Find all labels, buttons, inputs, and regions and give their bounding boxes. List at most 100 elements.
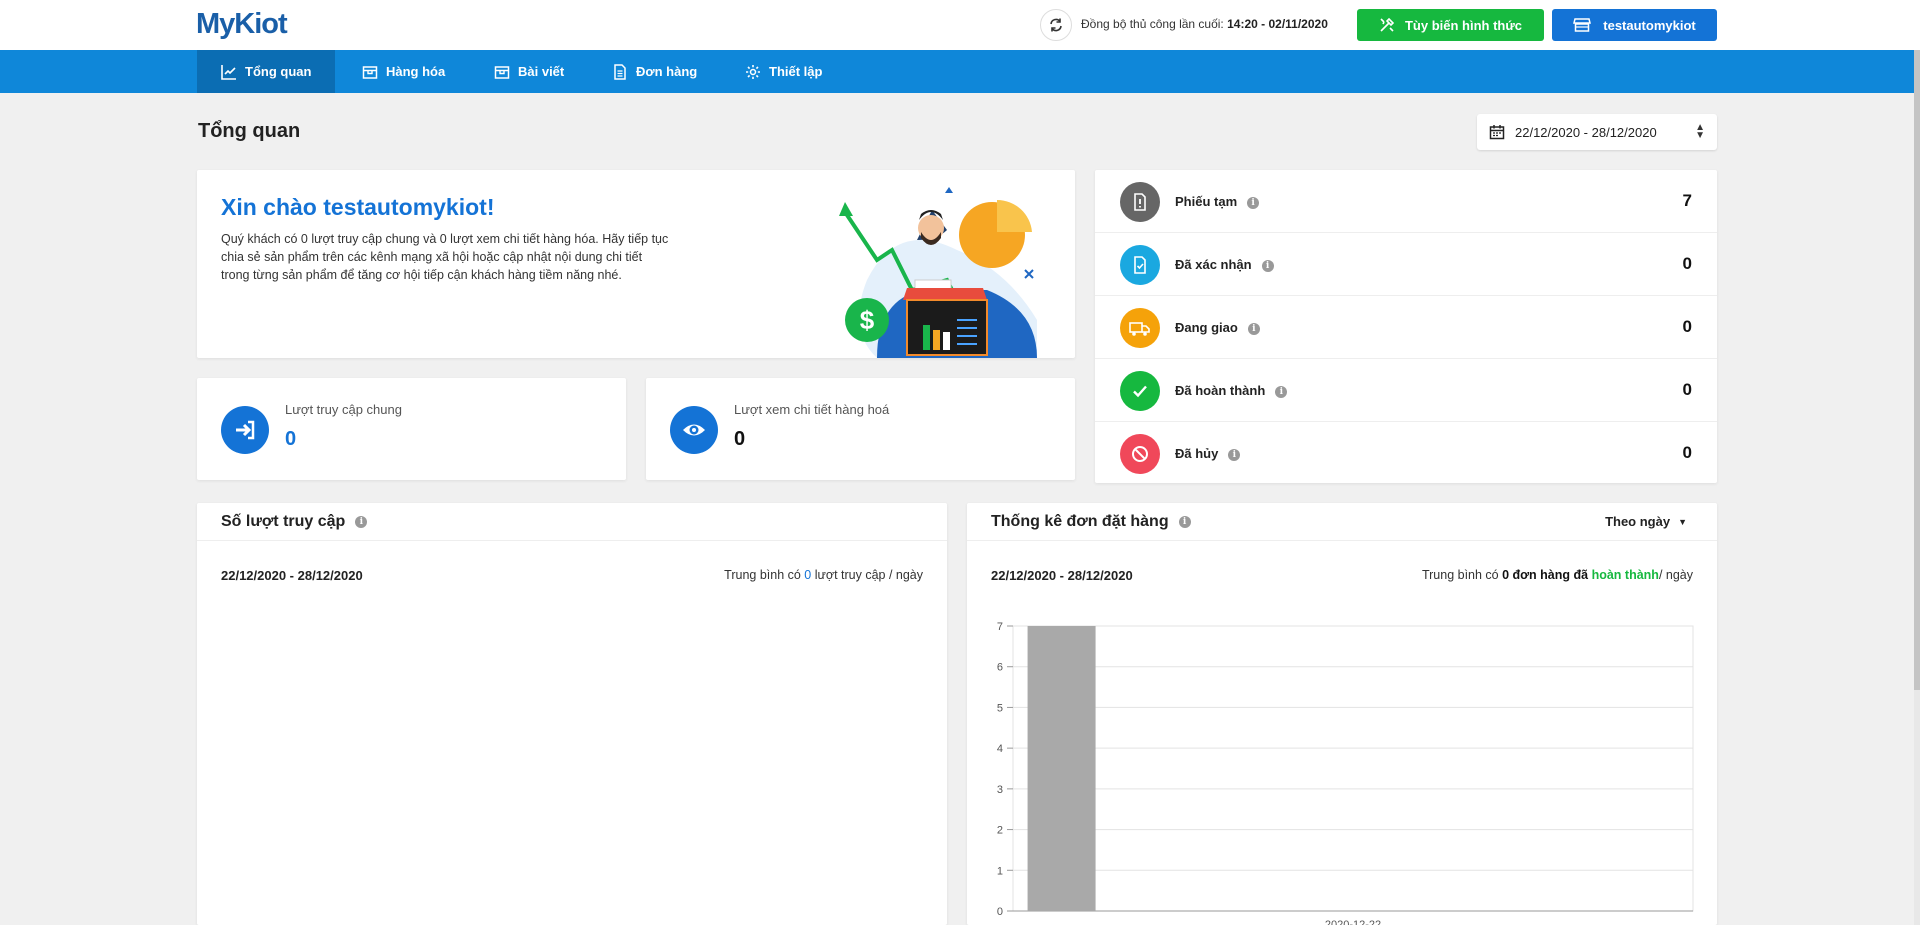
sync-button[interactable] xyxy=(1040,9,1072,41)
info-icon[interactable]: i xyxy=(1261,259,1274,272)
y-tick-label: 5 xyxy=(997,702,1003,714)
visits-value: 0 xyxy=(285,428,297,450)
caret-down-icon: ▼ xyxy=(1678,516,1687,527)
visits-range: 22/12/2020 - 28/12/2020 xyxy=(221,568,363,583)
order-bar-chart: 0 1 2 3 4 5 6 7 2020-12-22 xyxy=(997,621,1694,925)
info-icon[interactable]: i xyxy=(355,515,368,528)
sync-time: 14:20 - 02/11/2020 xyxy=(1227,17,1328,31)
y-tick-label: 4 xyxy=(997,743,1003,755)
order-label: Đang giao i xyxy=(1175,320,1260,335)
tools-icon xyxy=(1380,17,1395,32)
order-status-card: Phiếu tạm i 7 Đã xác nhận i 0 Đang giao i 0… xyxy=(1095,170,1717,483)
info-icon[interactable]: i xyxy=(1247,196,1260,209)
customize-button-label: Tùy biến hình thức xyxy=(1404,17,1523,33)
chart-line-icon xyxy=(221,64,236,80)
info-icon[interactable]: i xyxy=(1247,322,1260,335)
views-label: Lượt xem chi tiết hàng hoá xyxy=(734,402,890,417)
y-tick-label: 7 xyxy=(997,621,1003,633)
panel-title: Thống kê đơn đặt hàng i xyxy=(991,513,1191,531)
order-label: Đã hủy i xyxy=(1175,446,1241,461)
store-button-label: testautomykiot xyxy=(1603,17,1696,33)
main-nav: Tổng quan Hàng hóa Bài viết Đơn hàng Thi… xyxy=(0,50,1915,93)
calendar-icon xyxy=(1489,125,1505,140)
date-range-value: 22/12/2020 - 28/12/2020 xyxy=(1515,124,1657,140)
y-tick-label: 0 xyxy=(997,906,1003,918)
order-row-cancelled[interactable]: Đã hủy i 0 xyxy=(1095,422,1717,485)
panel-header: Thống kê đơn đặt hàng i Theo ngày ▼ xyxy=(967,503,1717,541)
nav-label: Bài viết xyxy=(518,64,565,79)
nav-don-hang[interactable]: Đơn hàng xyxy=(588,50,721,93)
visits-stat-card: Lượt truy cập chung 0 xyxy=(197,378,626,480)
bar xyxy=(1027,626,1096,911)
orders-range: 22/12/2020 - 28/12/2020 xyxy=(991,568,1133,583)
customize-button[interactable]: Tùy biến hình thức xyxy=(1357,9,1544,41)
eye-icon xyxy=(683,424,705,436)
views-value: 0 xyxy=(734,428,746,450)
welcome-illustration: $ xyxy=(839,187,1037,358)
orders-average: Trung bình có 0 đơn hàng đã hoàn thành/ … xyxy=(1421,568,1693,582)
order-row-draft[interactable]: Phiếu tạm i 7 xyxy=(1095,170,1717,233)
draft-doc-icon xyxy=(1120,182,1160,222)
welcome-card: Xin chào testautomykiot! Quý khách có 0 … xyxy=(197,170,1075,358)
cancel-icon xyxy=(1120,434,1160,474)
order-row-completed[interactable]: Đã hoàn thành i 0 xyxy=(1095,359,1717,422)
mykiot-logo[interactable]: MyKiot xyxy=(196,8,288,41)
nav-hang-hoa[interactable]: Hàng hóa xyxy=(338,50,469,93)
panel-title: Số lượt truy cập i xyxy=(221,513,368,531)
nav-tong-quan[interactable]: Tổng quan xyxy=(197,50,336,93)
confirmed-doc-icon xyxy=(1120,245,1160,285)
info-icon[interactable]: i xyxy=(1178,515,1191,528)
arrow-enter-icon xyxy=(236,420,255,440)
order-count: 7 xyxy=(1682,191,1692,210)
y-tick-label: 1 xyxy=(997,865,1003,877)
y-tick-label: 3 xyxy=(997,784,1003,796)
x-tick-label: 2020-12-22 xyxy=(1325,919,1381,925)
check-icon xyxy=(1120,371,1160,411)
order-count: 0 xyxy=(1682,254,1692,273)
order-row-confirmed[interactable]: Đã xác nhận i 0 xyxy=(1095,233,1717,296)
order-label: Phiếu tạm i xyxy=(1175,194,1260,209)
welcome-text: Quý khách có 0 lượt truy cập chung và 0 … xyxy=(221,232,669,282)
panel-header: Số lượt truy cập i xyxy=(197,503,947,541)
plot-area xyxy=(1012,625,1694,912)
order-label: Đã hoàn thành i xyxy=(1175,383,1288,398)
nav-bai-viet[interactable]: Bài viết xyxy=(470,50,588,93)
nav-label: Thiết lập xyxy=(769,64,823,79)
y-tick-label: 2 xyxy=(997,825,1003,837)
nav-label: Hàng hóa xyxy=(386,64,446,79)
gear-icon xyxy=(746,64,760,79)
view-circle xyxy=(670,406,718,454)
order-count: 0 xyxy=(1682,443,1692,462)
info-icon[interactable]: i xyxy=(1275,385,1288,398)
nav-label: Tổng quan xyxy=(245,64,312,79)
page-scrollbar-thumb[interactable] xyxy=(1914,50,1920,690)
visits-label: Lượt truy cập chung xyxy=(285,402,402,417)
y-tick-label: 6 xyxy=(997,662,1003,674)
sync-label: Đồng bộ thủ công lần cuối: xyxy=(1081,17,1224,31)
nav-thiet-lap[interactable]: Thiết lập xyxy=(721,50,846,93)
visit-circle xyxy=(221,406,269,454)
date-range-select[interactable]: 22/12/2020 - 28/12/2020 ▲ ▼ xyxy=(1477,114,1717,150)
views-stat-card: Lượt xem chi tiết hàng hoá 0 xyxy=(646,378,1075,480)
order-row-shipping[interactable]: Đang giao i 0 xyxy=(1095,296,1717,359)
sync-status: Đồng bộ thủ công lần cuối: 14:20 - 02/11… xyxy=(1081,17,1328,31)
page-title: Tổng quan xyxy=(198,120,301,142)
period-dropdown[interactable]: Theo ngày ▼ xyxy=(1605,514,1687,529)
order-count: 0 xyxy=(1682,380,1692,399)
welcome-title: Xin chào testautomykiot! xyxy=(221,194,495,220)
order-count: 0 xyxy=(1682,317,1692,336)
visits-average: Trung bình có 0 lượt truy cập / ngày xyxy=(724,568,923,582)
svg-text:$: $ xyxy=(860,305,875,335)
order-stats-panel: Thống kê đơn đặt hàng i Theo ngày ▼ 22/12/… xyxy=(967,503,1717,925)
truck-icon xyxy=(1120,308,1160,348)
order-label: Đã xác nhận i xyxy=(1175,257,1274,272)
nav-label: Đơn hàng xyxy=(636,64,698,79)
box-icon xyxy=(362,65,378,79)
store-icon xyxy=(1573,18,1592,32)
sync-icon xyxy=(1050,18,1062,32)
store-button[interactable]: testautomykiot xyxy=(1552,9,1717,41)
top-bar: MyKiot Đồng bộ thủ công lần cuối: 14:20 … xyxy=(0,0,1920,50)
document-icon xyxy=(614,63,626,80)
box-icon xyxy=(494,65,510,79)
info-icon[interactable]: i xyxy=(1228,448,1241,461)
